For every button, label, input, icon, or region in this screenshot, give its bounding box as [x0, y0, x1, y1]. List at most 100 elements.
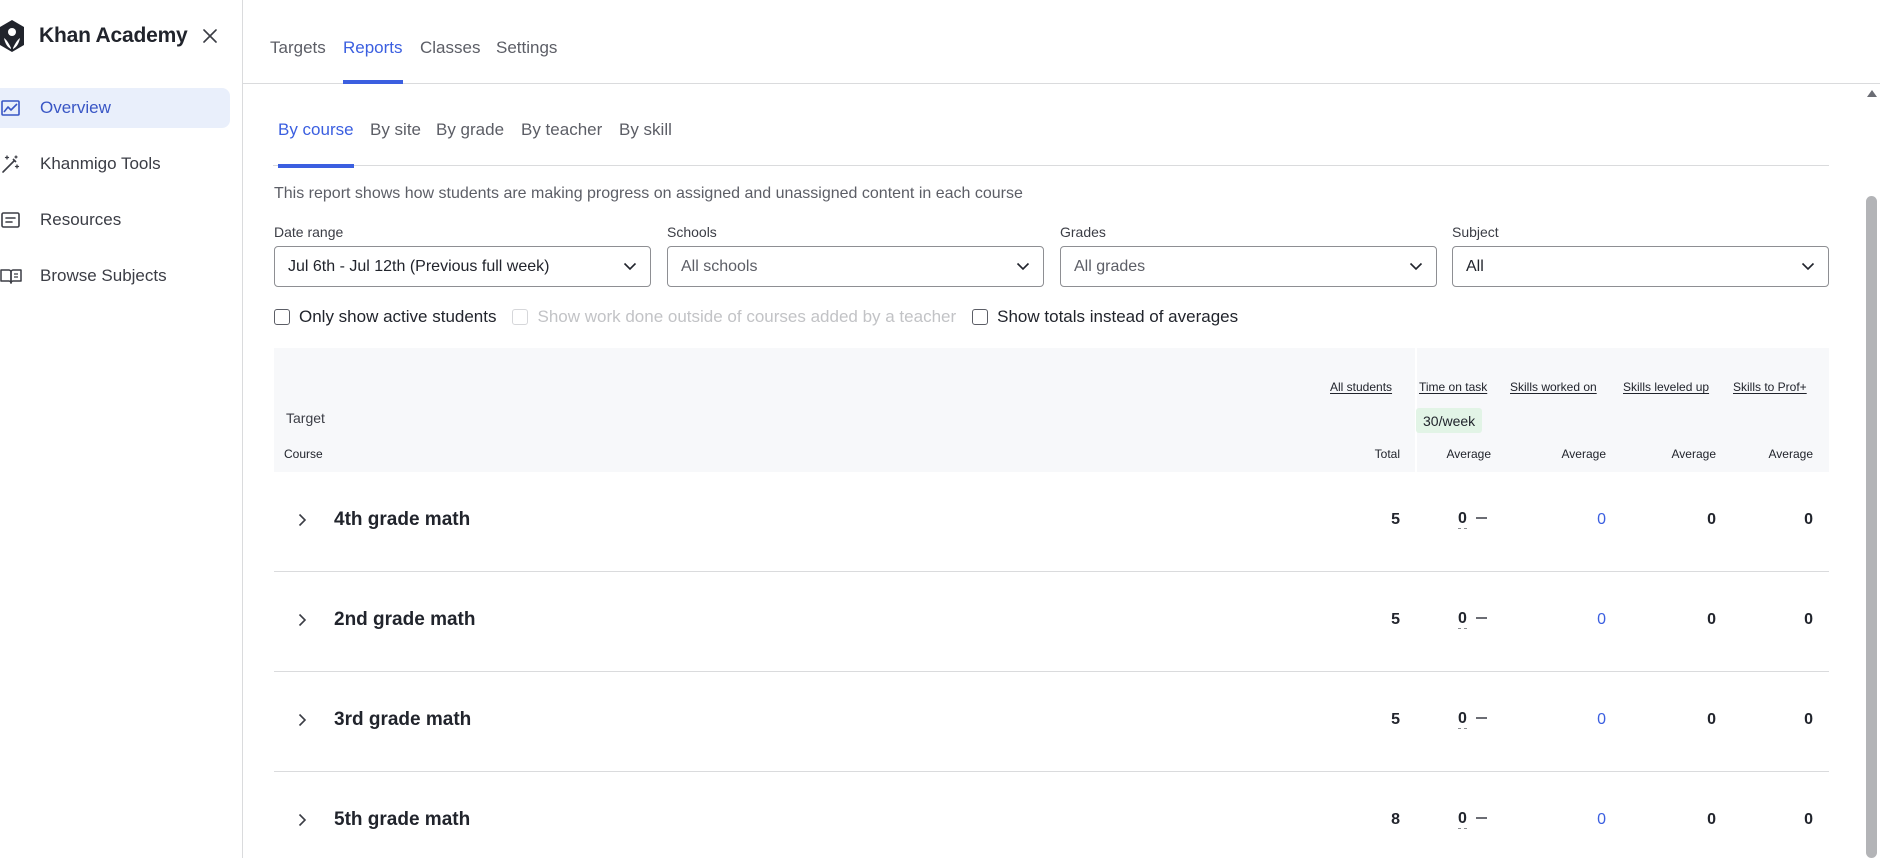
scroll-thumb[interactable]: [1866, 196, 1877, 858]
grades-filter: Grades All grades: [1060, 224, 1437, 287]
skills-to-prof: 0: [1804, 511, 1813, 528]
table-row[interactable]: 5th grade math 8 0 0 0 0: [274, 772, 1829, 858]
sidebar-item-overview[interactable]: Overview: [0, 88, 230, 128]
show-totals-checkbox[interactable]: Show totals instead of averages: [972, 307, 1238, 327]
skills-leveled: 0: [1707, 711, 1716, 728]
table-header: All students Time on task Skills worked …: [274, 348, 1829, 472]
subject-select[interactable]: All: [1452, 246, 1829, 287]
checkbox-box[interactable]: [972, 309, 989, 325]
subject-filter: Subject All: [1452, 224, 1829, 287]
total-students: 5: [1391, 711, 1400, 728]
checkbox-label: Show totals instead of averages: [997, 307, 1239, 326]
skills-worked-link[interactable]: 0: [1597, 711, 1606, 729]
subject-value: All: [1466, 257, 1484, 275]
brand[interactable]: Khan Academy: [0, 18, 188, 54]
skills-leveled: 0: [1707, 511, 1716, 528]
sidebar-item-label: Overview: [40, 98, 111, 117]
dash-icon: [1476, 717, 1487, 719]
chevron-right-icon[interactable]: [294, 512, 310, 528]
table-row[interactable]: 3rd grade math 5 0 0 0 0: [274, 672, 1829, 772]
column-skills-worked-on[interactable]: Skills worked on: [1510, 380, 1597, 394]
magic-wand-icon: [0, 153, 22, 175]
sidebar-item-khanmigo-tools[interactable]: Khanmigo Tools: [0, 144, 230, 184]
skills-worked-link[interactable]: 0: [1597, 611, 1606, 629]
time-target-badge: 30/week: [1416, 408, 1483, 433]
time-on-task: 0: [1458, 810, 1467, 829]
time-on-task: 0: [1458, 710, 1467, 729]
chart-line-icon: [0, 97, 22, 119]
tab-by-site[interactable]: By site: [370, 120, 421, 168]
grades-select[interactable]: All grades: [1060, 246, 1437, 287]
sidebar-item-label: Resources: [40, 210, 122, 229]
table-row[interactable]: 2nd grade math 5 0 0 0 0: [274, 572, 1829, 672]
report-tabs: By course By site By grade By teacher By…: [273, 84, 1829, 168]
tab-by-course[interactable]: By course: [278, 120, 354, 168]
subheader-average-worked: Average: [1561, 447, 1606, 461]
grades-label: Grades: [1060, 224, 1106, 240]
checkbox-box[interactable]: [274, 309, 290, 325]
chevron-down-icon: [1409, 262, 1423, 271]
dash-icon: [1476, 817, 1487, 819]
subheader-total: Total: [1374, 447, 1400, 461]
chevron-down-icon: [623, 262, 637, 271]
close-sidebar-button[interactable]: [198, 24, 222, 48]
report-description: This report shows how students are makin…: [274, 185, 1023, 202]
tab-reports[interactable]: Reports: [343, 38, 403, 84]
chevron-down-icon: [1016, 262, 1030, 271]
dash-icon: [1476, 617, 1487, 619]
table-row[interactable]: 4th grade math 5 0 0 0 0: [274, 472, 1829, 572]
skills-leveled: 0: [1707, 811, 1716, 828]
time-on-task: 0: [1458, 610, 1467, 629]
sidebar: Khan Academy Overview Khanmigo Tools Res…: [0, 0, 243, 858]
subheader-average-time: Average: [1446, 447, 1491, 461]
dash-icon: [1476, 517, 1487, 519]
column-skills-leveled-up[interactable]: Skills leveled up: [1623, 380, 1709, 394]
skills-worked-link[interactable]: 0: [1597, 511, 1606, 529]
scroll-up-arrow-icon[interactable]: [1867, 90, 1877, 97]
schools-label: Schools: [667, 224, 717, 240]
close-icon: [203, 29, 217, 43]
column-time-on-task[interactable]: Time on task: [1419, 380, 1487, 394]
grades-value: All grades: [1074, 257, 1146, 275]
active-students-checkbox[interactable]: Only show active students: [274, 307, 496, 327]
tab-by-grade[interactable]: By grade: [436, 120, 504, 168]
column-skills-to-prof[interactable]: Skills to Prof+: [1733, 380, 1807, 394]
date-range-value: Jul 6th - Jul 12th (Previous full week): [288, 257, 550, 275]
sidebar-item-browse-subjects[interactable]: Browse Subjects: [0, 256, 230, 296]
date-range-filter: Date range Jul 6th - Jul 12th (Previous …: [274, 224, 651, 287]
chevron-right-icon[interactable]: [294, 712, 310, 728]
skills-to-prof: 0: [1804, 811, 1813, 828]
document-icon: [0, 209, 22, 231]
column-all-students[interactable]: All students: [1330, 380, 1392, 394]
date-range-select[interactable]: Jul 6th - Jul 12th (Previous full week): [274, 246, 651, 287]
time-on-task: 0: [1458, 510, 1467, 529]
sidebar-item-resources[interactable]: Resources: [0, 200, 230, 240]
course-report-table: All students Time on task Skills worked …: [274, 348, 1829, 858]
open-book-icon: [0, 265, 22, 287]
tab-classes[interactable]: Classes: [420, 38, 480, 84]
top-tabs: Targets Reports Classes Settings: [243, 0, 1880, 84]
total-students: 8: [1391, 811, 1400, 828]
course-name: 3rd grade math: [334, 709, 472, 730]
target-label: Target: [286, 410, 325, 426]
chevron-right-icon[interactable]: [294, 612, 310, 628]
tab-by-teacher[interactable]: By teacher: [521, 120, 602, 168]
skills-to-prof: 0: [1804, 611, 1813, 628]
sidebar-nav: Overview Khanmigo Tools Resources Browse…: [0, 88, 230, 312]
tab-targets[interactable]: Targets: [270, 38, 326, 84]
skills-leveled: 0: [1707, 611, 1716, 628]
scrollbar[interactable]: [1864, 84, 1880, 858]
checkbox-label: Show work done outside of courses added …: [537, 307, 957, 326]
sidebar-item-label: Browse Subjects: [40, 266, 167, 285]
tab-settings[interactable]: Settings: [496, 38, 557, 84]
subject-label: Subject: [1452, 224, 1499, 240]
subheader-average-prof: Average: [1768, 447, 1813, 461]
chevron-right-icon[interactable]: [294, 812, 310, 828]
skills-worked-link[interactable]: 0: [1597, 811, 1606, 829]
brand-name: Khan Academy: [39, 24, 188, 47]
schools-select[interactable]: All schools: [667, 246, 1044, 287]
checkbox-box: [512, 309, 529, 325]
checkbox-label: Only show active students: [299, 307, 497, 326]
tab-by-skill[interactable]: By skill: [619, 120, 672, 168]
chevron-down-icon: [1801, 262, 1815, 271]
